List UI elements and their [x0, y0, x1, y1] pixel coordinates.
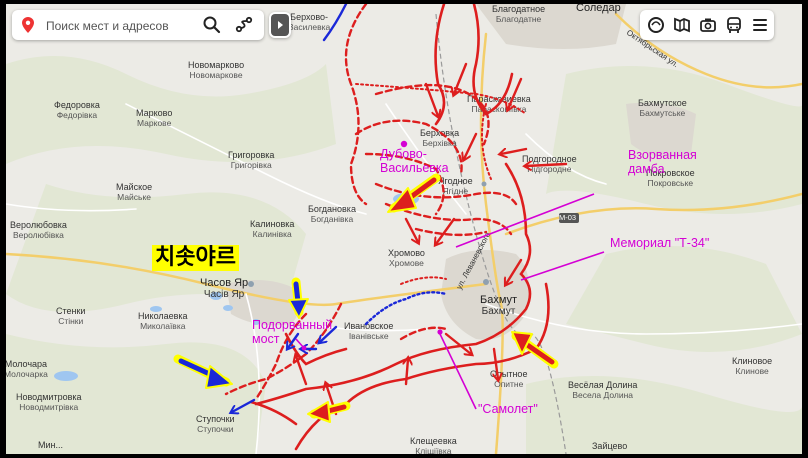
blue-line-north: [322, 4, 348, 42]
map-toolbar: [640, 10, 774, 40]
search-icon[interactable]: [202, 15, 222, 35]
annotation-blown-dam: Взорванная дамба: [628, 148, 697, 176]
search-input[interactable]: [44, 16, 198, 36]
front-line-north: [434, 4, 446, 126]
hamburger-menu-icon[interactable]: [750, 15, 770, 35]
annotation-t34-memorial: Мемориал "Т-34": [610, 236, 710, 250]
collapse-arrow-icon: [271, 14, 289, 36]
transit-icon[interactable]: [724, 15, 744, 35]
annotation-dubovo-vasilievka: Дубово- Васильевка: [380, 147, 449, 175]
collapse-panel-button[interactable]: [269, 12, 291, 38]
layers-icon[interactable]: [646, 15, 666, 35]
panorama-icon[interactable]: [672, 15, 692, 35]
camera-icon[interactable]: [698, 15, 718, 35]
route-icon[interactable]: [234, 15, 254, 35]
search-box[interactable]: [12, 10, 264, 40]
frontline-overlay: [173, 4, 605, 451]
annotation-plane: "Самолет": [478, 402, 538, 416]
screenshot-frame: Соледар Благодатное Благодатне Берхово- Ва…: [0, 0, 808, 458]
overlay-title: 치솟야르: [152, 245, 239, 271]
map-pin-icon: [22, 17, 34, 33]
annotation-blown-bridge: Подорванный мост: [252, 318, 333, 346]
map-canvas[interactable]: Соледар Благодатное Благодатне Берхово- Ва…: [6, 4, 802, 454]
